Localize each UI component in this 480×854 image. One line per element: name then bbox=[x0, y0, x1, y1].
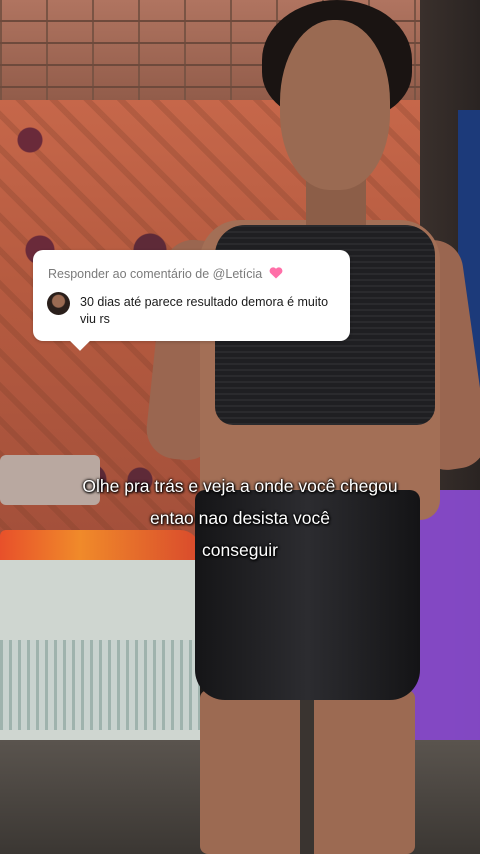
caption-line-1: Olhe pra trás e veja a onde você chegou bbox=[82, 476, 398, 496]
legs-gap bbox=[300, 700, 314, 854]
reply-header-label: Responder ao comentário de @Letícia bbox=[48, 267, 263, 281]
video-caption: Olhe pra trás e veja a onde você chegou … bbox=[30, 470, 450, 566]
caption-line-3: conseguir bbox=[202, 540, 278, 560]
comment-text: 30 dias até parece resultado demora é mu… bbox=[80, 295, 329, 326]
face bbox=[280, 20, 390, 190]
person bbox=[0, 0, 480, 854]
reply-comment-card[interactable]: Responder ao comentário de @Letícia 30 d… bbox=[33, 250, 350, 351]
avatar[interactable] bbox=[47, 292, 70, 315]
caption-line-2: entao nao desista você bbox=[150, 508, 330, 528]
pink-heart-icon bbox=[269, 267, 283, 279]
video-frame[interactable] bbox=[0, 0, 480, 854]
reply-header: Responder ao comentário de @Letícia bbox=[48, 266, 283, 281]
